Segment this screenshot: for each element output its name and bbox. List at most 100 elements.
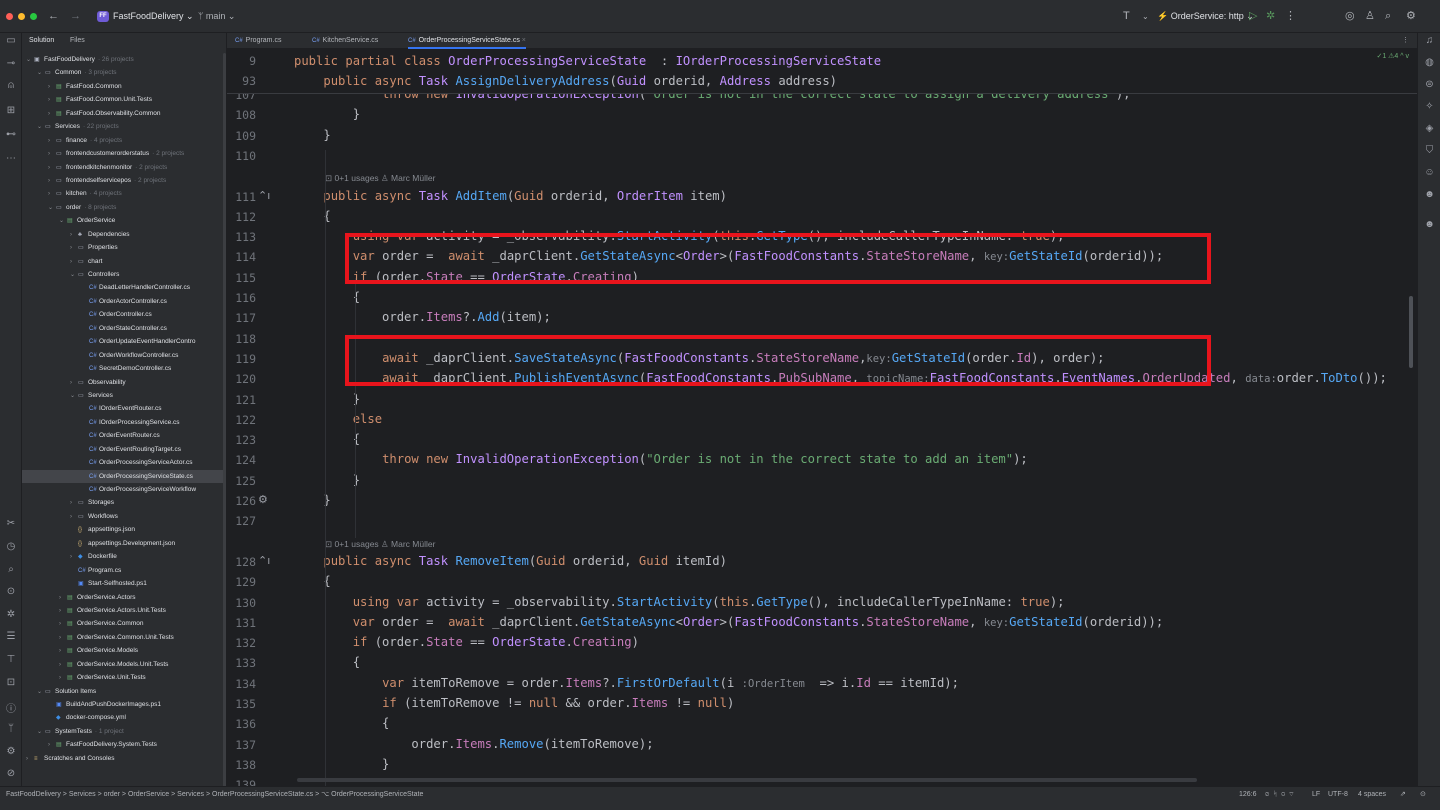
tree-item[interactable]: › ▤ FastFood.Common.Unit.Tests xyxy=(22,93,226,106)
tree-item[interactable]: ◆ docker-compose.yml xyxy=(22,711,226,724)
status-icons[interactable]: ⊘ ᛋ ⚇ ▽ xyxy=(1265,787,1293,803)
chat-icon[interactable]: ☻ xyxy=(1418,189,1440,200)
debug-tool-icon[interactable]: ✲ xyxy=(0,609,22,620)
back-icon[interactable]: ← xyxy=(48,0,59,33)
tree-item[interactable]: › ▤ OrderService.Models.Unit.Tests xyxy=(22,658,226,671)
chevron-right-icon[interactable]: › xyxy=(70,377,78,389)
ai-icon[interactable]: ✧ xyxy=(1418,101,1440,112)
commit-tool-icon[interactable]: ⊸ xyxy=(0,58,22,69)
code-line[interactable]: throw new InvalidOperationException("Ord… xyxy=(294,452,1028,466)
tab-order-processing-service-state-cs[interactable]: C# OrderProcessingServiceState.cs × xyxy=(408,33,526,49)
implements-gutter-icon[interactable]: ⌃ı xyxy=(258,189,270,202)
chevron-right-icon[interactable]: › xyxy=(48,162,56,174)
inspection-widget[interactable]: ✓1 ⚠4 ^ v xyxy=(1376,52,1409,60)
tree-item[interactable]: C# OrderEventRouter.cs xyxy=(22,429,226,442)
run-icon[interactable]: ▷ xyxy=(1249,0,1257,33)
code-line[interactable]: } xyxy=(294,392,360,406)
editor-hscrollbar[interactable] xyxy=(297,778,1197,782)
chevron-down-icon[interactable]: ⌄ xyxy=(59,215,67,227)
maximize-window-button[interactable] xyxy=(30,13,37,20)
todo-tool-icon[interactable]: ☰ xyxy=(0,631,22,642)
chevron-right-icon[interactable]: › xyxy=(59,632,67,644)
chevron-right-icon[interactable]: › xyxy=(48,81,56,93)
branch-selector[interactable]: ᛘ main ⌄ xyxy=(198,0,235,33)
code-line[interactable]: { xyxy=(294,655,360,669)
tree-item[interactable]: › ▤ FastFood.Observability.Common xyxy=(22,107,226,120)
chevron-right-icon[interactable]: › xyxy=(48,739,56,751)
gutter-settings-icon[interactable]: ⚙ xyxy=(258,493,268,506)
chevron-right-icon[interactable]: › xyxy=(70,511,78,523)
agent-icon[interactable]: ☻ xyxy=(1418,219,1440,230)
chevron-right-icon[interactable]: › xyxy=(59,618,67,630)
tree-item[interactable]: C# OrderActorController.cs xyxy=(22,295,226,308)
code-vision-usages[interactable]: ⊡ 0+1 usages ♙ Marc Müller xyxy=(325,539,435,550)
project-tool-icon[interactable]: ▭ xyxy=(0,35,22,46)
code-editor[interactable]: ✓1 ⚠4 ^ v 9 public partial class OrderPro… xyxy=(227,50,1417,786)
tabs-menu-icon[interactable]: ⋮ xyxy=(1402,33,1409,49)
history-tool-icon[interactable]: ◷ xyxy=(0,541,22,552)
tree-item[interactable]: › ◆ Dockerfile xyxy=(22,550,226,563)
chevron-right-icon[interactable]: › xyxy=(59,645,67,657)
tree-item[interactable]: › ▭ finance · 4 projects xyxy=(22,134,226,147)
tree-item[interactable]: C# OrderStateController.cs xyxy=(22,322,226,335)
tree-item[interactable]: ⌄ ▭ Controllers xyxy=(22,268,226,281)
run-config-selector[interactable]: ⚡ OrderService: http ⌄ xyxy=(1157,0,1254,33)
code-line[interactable]: { xyxy=(294,432,360,446)
tree-item[interactable]: ⌄ ▭ order · 8 projects xyxy=(22,201,226,214)
tree-item[interactable]: ⌄ ▭ Common · 3 projects xyxy=(22,66,226,79)
sticky-code-line[interactable]: public partial class OrderProcessingServ… xyxy=(294,54,881,68)
tree-item[interactable]: C# OrderController.cs xyxy=(22,308,226,321)
unit-tests-tool-icon[interactable]: ⊤ xyxy=(0,654,22,665)
tree-item[interactable]: {} appsettings.json xyxy=(22,523,226,536)
tree-item[interactable]: › ▤ OrderService.Models xyxy=(22,644,226,657)
chevron-right-icon[interactable]: › xyxy=(48,135,56,147)
tree-item[interactable]: › ▤ FastFood.Common xyxy=(22,80,226,93)
code-line[interactable]: else xyxy=(294,412,382,426)
tree-item[interactable]: C# OrderProcessingServiceActor.cs xyxy=(22,456,226,469)
shield-icon[interactable]: ⛉ xyxy=(1418,145,1440,156)
find-tool-icon[interactable]: ⌕ xyxy=(0,564,22,575)
code-line[interactable]: public async Task AddItem(Guid orderid, … xyxy=(294,189,727,203)
chevron-right-icon[interactable]: › xyxy=(59,592,67,604)
chevron-right-icon[interactable]: › xyxy=(70,256,78,268)
close-tab-icon[interactable]: × xyxy=(522,37,526,44)
chevron-down-icon[interactable]: ⌄ xyxy=(1142,0,1149,33)
tab-files[interactable]: Files xyxy=(70,33,85,49)
chevron-right-icon[interactable]: › xyxy=(70,242,78,254)
project-selector[interactable]: FastFoodDelivery ⌄ xyxy=(113,0,194,33)
tree-item[interactable]: › ▭ kitchen · 4 projects xyxy=(22,187,226,200)
breadcrumb[interactable]: FastFoodDelivery > Services > order > Or… xyxy=(6,787,423,803)
chevron-right-icon[interactable]: › xyxy=(59,672,67,684)
tree-item[interactable]: ⌄ ▭ Solution Items xyxy=(22,685,226,698)
code-line[interactable]: { xyxy=(294,716,389,730)
tree-item[interactable]: › ▭ Observability xyxy=(22,376,226,389)
tree-item[interactable]: C# OrderUpdateEventHandlerContro xyxy=(22,335,226,348)
tree-item[interactable]: C# DeadLetterHandlerController.cs xyxy=(22,281,226,294)
ai-assistant-icon[interactable]: ◎ xyxy=(1345,0,1355,33)
chevron-down-icon[interactable]: ⌄ xyxy=(37,726,45,738)
tree-item[interactable]: C# IOrderEventRouter.cs xyxy=(22,402,226,415)
memory-icon[interactable]: ⊙ xyxy=(1420,787,1426,803)
chevron-right-icon[interactable]: › xyxy=(59,605,67,617)
close-window-button[interactable] xyxy=(6,13,13,20)
code-line[interactable]: using var activity = _observability.Star… xyxy=(294,595,1065,609)
chevron-down-icon[interactable]: ⌄ xyxy=(48,202,56,214)
tree-item[interactable]: › ▤ OrderService.Common.Unit.Tests xyxy=(22,631,226,644)
chevron-right-icon[interactable]: › xyxy=(48,175,56,187)
translate-icon[interactable]: T xyxy=(1123,0,1130,33)
minimize-window-button[interactable] xyxy=(18,13,25,20)
code-line[interactable]: } xyxy=(294,107,360,121)
chevron-right-icon[interactable]: › xyxy=(59,659,67,671)
services-tool-icon[interactable]: ✂ xyxy=(0,518,22,529)
tree-item[interactable]: › ▤ OrderService.Actors.Unit.Tests xyxy=(22,604,226,617)
chevron-down-icon[interactable]: ⌄ xyxy=(26,54,34,66)
more-actions-icon[interactable]: ⋮ xyxy=(1285,0,1296,33)
tree-item[interactable]: C# IOrderProcessingService.cs xyxy=(22,416,226,429)
code-line[interactable]: var itemToRemove = order.Items?.FirstOrD… xyxy=(294,676,959,690)
code-line[interactable]: } xyxy=(294,757,389,771)
tree-item[interactable]: › ▭ chart xyxy=(22,255,226,268)
editor-scrollbar[interactable] xyxy=(1409,296,1413,368)
tree-item[interactable]: C# OrderProcessingServiceWorkflow xyxy=(22,483,226,496)
account-icon[interactable]: ♙ xyxy=(1365,0,1375,33)
line-ending[interactable]: LF xyxy=(1312,787,1320,803)
